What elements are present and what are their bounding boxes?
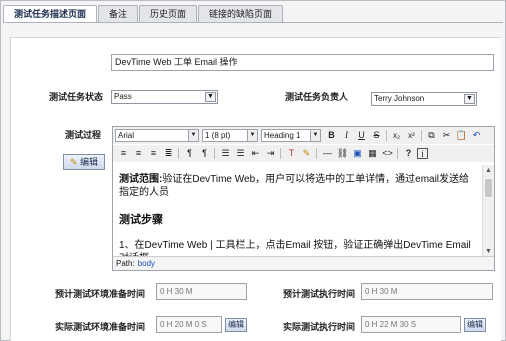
numbered-list-icon[interactable]: ☰ [219,147,232,160]
align-right-icon[interactable]: ≡ [147,147,160,160]
status-select[interactable]: Pass ▼ [111,90,218,104]
act-exec-input[interactable]: 0 H 22 M 30 S [361,316,461,333]
window-frame: 测试任务描述页面 备注 历史页面 链接的缺陷页面 标题 DevTime Web … [0,0,506,341]
owner-select[interactable]: Terry Johnson ▼ [371,92,477,106]
undo-icon[interactable]: ↶ [470,129,483,142]
highlight-icon[interactable]: ✎ [300,147,313,160]
rich-text-editor: Arial ▼ 1 (8 pt) ▼ Heading 1 ▼ B I U S x₂ x… [112,126,495,271]
title-input[interactable]: DevTime Web 工单 Email 操作 [111,54,494,71]
link-icon[interactable]: ⛓ [336,147,349,160]
owner-label: 测试任务负责人 [284,92,348,102]
subscript-icon[interactable]: x₂ [390,129,403,142]
edit-process-button[interactable]: ✎ 编辑 [63,154,105,170]
ltr-icon[interactable]: ¶ [183,147,196,160]
horizontal-rule-icon[interactable]: — [321,147,334,160]
act-env-input[interactable]: 0 H 20 M 0 S [156,316,222,333]
editor-scrollbar[interactable]: ▲ ▼ [482,165,494,257]
steps-heading: 测试步骤 [119,214,163,226]
est-env-input[interactable]: 0 H 30 M [156,283,247,300]
toolbar-separator [386,130,387,141]
toolbar-separator [178,148,179,159]
font-size-select[interactable]: 1 (8 pt) ▼ [202,129,258,142]
align-justify-icon[interactable]: ≣ [162,147,175,160]
italic-icon[interactable]: I [340,129,353,142]
align-left-icon[interactable]: ≡ [117,147,130,160]
process-label: 测试过程 [64,130,101,140]
image-icon[interactable]: ▣ [351,147,364,160]
cut-icon[interactable]: ✂ [440,129,453,142]
source-code-icon[interactable]: <> [381,147,394,160]
path-label: Path: [116,259,135,268]
align-center-icon[interactable]: ≡ [132,147,145,160]
strikethrough-icon[interactable]: S [370,129,383,142]
font-value: Arial [118,131,135,140]
tab-test-description[interactable]: 测试任务描述页面 [3,5,98,23]
path-body-link[interactable]: body [138,259,155,268]
outdent-icon[interactable]: ⇤ [249,147,262,160]
tab-linked-defects[interactable]: 链接的缺陷页面 [198,5,284,22]
chevron-down-icon: ▼ [464,94,475,104]
edit-process-label: 编辑 [80,157,99,167]
scope-heading: 测试范围: [119,174,163,185]
status-label: 测试任务状态 [48,92,103,102]
est-exec-label: 预计测试执行时间 [282,289,355,299]
scroll-thumb[interactable] [485,179,492,197]
copy-icon[interactable]: ⧉ [425,129,438,142]
chevron-down-icon: ▼ [205,92,216,102]
toolbar-separator [316,148,317,159]
scroll-up-icon[interactable]: ▲ [483,165,494,176]
act-env-label: 实际测试环境准备时间 [54,322,145,332]
indent-icon[interactable]: ⇥ [264,147,277,160]
tab-history[interactable]: 历史页面 [139,5,198,22]
status-value: Pass [114,92,132,101]
tab-bar: 测试任务描述页面 备注 历史页面 链接的缺陷页面 [3,5,284,23]
est-exec-input[interactable]: 0 H 30 M [361,283,493,300]
format-value: Heading 1 [264,131,301,140]
format-select[interactable]: Heading 1 ▼ [261,129,321,142]
chevron-down-icon: ▼ [188,130,198,141]
act-exec-edit-button[interactable]: 编辑 [464,318,486,332]
step-1: 1、在DevTime Web | 工具栏上，点击Email 按钮，验证正确弹出D… [119,240,471,257]
toolbar-separator [280,148,281,159]
underline-icon[interactable]: U [355,129,368,142]
toolbar-separator [421,130,422,141]
help-icon[interactable]: ? [402,147,415,160]
editor-toolbar-bottom: ≡ ≡ ≡ ≣ ¶ ¶ ☰ ☰ ⇤ ⇥ T ✎ — ⛓ ▣ ▦ <> ? i [113,145,494,162]
est-env-label: 预计测试环境准备时间 [54,289,145,299]
chevron-down-icon: ▼ [310,130,320,141]
bold-icon[interactable]: B [325,129,338,142]
edit-icon: ✎ [69,157,78,167]
text-color-icon[interactable]: T [285,147,298,160]
toolbar-separator [397,148,398,159]
info-icon[interactable]: i [417,148,428,159]
tab-notes[interactable]: 备注 [98,5,139,22]
font-size-value: 1 (8 pt) [205,131,231,140]
act-exec-label: 实际测试执行时间 [282,322,355,332]
table-icon[interactable]: ▦ [366,147,379,160]
scope-text: 验证在DevTime Web，用户可以将选中的工单详情，通过email发送给指定… [119,174,470,198]
superscript-icon[interactable]: x² [405,129,418,142]
toolbar-separator [214,148,215,159]
editor-content[interactable]: 测试范围:验证在DevTime Web，用户可以将选中的工单详情，通过email… [113,165,483,257]
paste-icon[interactable]: 📋 [455,129,468,142]
bullet-list-icon[interactable]: ☰ [234,147,247,160]
scope-paragraph: 测试范围:验证在DevTime Web，用户可以将选中的工单详情，通过email… [119,173,477,199]
act-env-edit-button[interactable]: 编辑 [225,318,247,332]
chevron-down-icon: ▼ [247,130,257,141]
editor-toolbar-top: Arial ▼ 1 (8 pt) ▼ Heading 1 ▼ B I U S x₂ x… [113,127,494,144]
editor-path-bar: Path: body [113,256,494,270]
tab-divider [3,22,503,23]
owner-value: Terry Johnson [374,94,425,103]
font-select[interactable]: Arial ▼ [115,129,199,142]
rtl-icon[interactable]: ¶ [198,147,211,160]
